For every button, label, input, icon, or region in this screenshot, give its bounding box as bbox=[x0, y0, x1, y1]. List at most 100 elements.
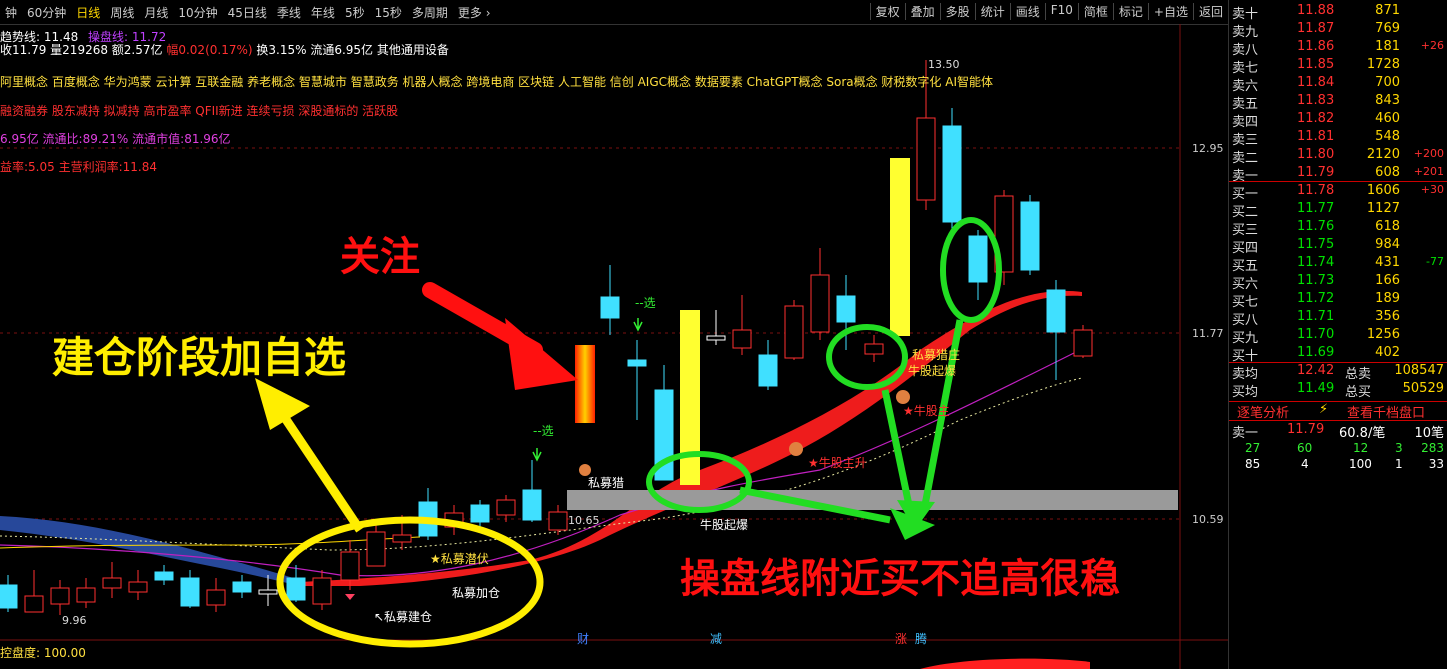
candle-body bbox=[836, 295, 856, 323]
bid-level-row[interactable]: 买八 11.71 356 bbox=[1229, 309, 1447, 328]
bid-level-volume: 1606 bbox=[1366, 183, 1400, 198]
highlight-ellipse-2 bbox=[826, 324, 908, 390]
sell1-tick-label: 卖一 bbox=[1232, 426, 1259, 441]
bid-level-row[interactable]: 买四 11.75 984 bbox=[1229, 237, 1447, 256]
bid-level-volume: 1256 bbox=[1366, 327, 1400, 342]
f10-button[interactable]: F10 bbox=[1044, 3, 1078, 20]
order-book-panel: 卖十 11.88 871 卖九 11.87 769 卖八 11.86 181 +26 卖七 11.85… bbox=[1228, 0, 1447, 669]
simu-jiacang-marker: 私募加仓 bbox=[452, 586, 501, 600]
niugu-zhusheng-marker: ★牛股主升 bbox=[808, 456, 867, 470]
finance-event-marker: 财 bbox=[577, 632, 590, 646]
tab-5sec[interactable]: 5秒 bbox=[340, 4, 370, 21]
bid-level-volume: 166 bbox=[1375, 273, 1400, 288]
ask-level-row[interactable]: 卖七 11.85 1728 bbox=[1229, 57, 1447, 76]
ask-level-row[interactable]: 卖五 11.83 843 bbox=[1229, 93, 1447, 112]
bid-level-row[interactable]: 买五 11.74 431 -77 bbox=[1229, 255, 1447, 274]
simple-frame-button[interactable]: 简框 bbox=[1077, 3, 1113, 20]
statistics-button[interactable]: 统计 bbox=[974, 3, 1010, 20]
tab-45day[interactable]: 45日线 bbox=[223, 4, 272, 21]
tab-thousand-level[interactable]: 查看千档盘口 bbox=[1347, 402, 1425, 421]
back-button[interactable]: 返回 bbox=[1192, 3, 1228, 20]
bid-level-label: 买六 bbox=[1232, 277, 1259, 292]
avg-sell-label: 卖均 bbox=[1232, 367, 1259, 382]
price-volume-text: 收11.79 量219268 额2.57亿 bbox=[0, 43, 163, 57]
bid-level-row[interactable]: 买一 11.78 1606 +30 bbox=[1229, 183, 1447, 202]
tab-quarterly[interactable]: 季线 bbox=[272, 4, 306, 21]
total-sell-label: 总卖 bbox=[1345, 367, 1372, 382]
ask-level-row[interactable]: 卖八 11.86 181 +26 bbox=[1229, 39, 1447, 58]
tab-tick-analysis[interactable]: 逐笔分析 bbox=[1237, 402, 1289, 421]
avg-sell-row: 卖均 12.42 总卖 108547 bbox=[1229, 363, 1447, 382]
ask-level-label: 卖九 bbox=[1232, 25, 1259, 40]
bid-level-label: 买九 bbox=[1232, 331, 1259, 346]
trend-ribbon-blue bbox=[0, 516, 300, 586]
bid-level-row[interactable]: 买七 11.72 189 bbox=[1229, 291, 1447, 310]
tab-10min[interactable]: 10分钟 bbox=[173, 4, 222, 21]
candle-body bbox=[522, 489, 542, 521]
period-tabs: 钟 60分钟 日线 周线 月线 10分钟 45日线 季线 年线 5秒 15秒 多… bbox=[0, 4, 496, 21]
tick-cell: 60 bbox=[1297, 441, 1313, 455]
sell1-tick-row: 卖一 11.79 60.8/笔 10笔 bbox=[1229, 422, 1447, 441]
ask-level-change: +200 bbox=[1413, 147, 1444, 160]
ask-level-row[interactable]: 卖二 11.80 2120 +200 bbox=[1229, 147, 1447, 166]
candle-body bbox=[916, 117, 936, 201]
tab-daily[interactable]: 日线 bbox=[71, 4, 105, 21]
bid-level-row[interactable]: 买九 11.70 1256 bbox=[1229, 327, 1447, 346]
candle-body bbox=[286, 577, 306, 601]
tab-yearly[interactable]: 年线 bbox=[306, 4, 340, 21]
rise-event-marker: 涨 bbox=[895, 632, 908, 646]
bid-level-price: 11.71 bbox=[1297, 309, 1335, 324]
candle-body bbox=[810, 274, 830, 333]
bid-level-price: 11.78 bbox=[1297, 183, 1335, 198]
candle-body bbox=[1073, 329, 1093, 357]
draw-line-button[interactable]: 画线 bbox=[1009, 3, 1045, 20]
overlay-button[interactable]: 叠加 bbox=[904, 3, 940, 20]
qibao-marker-2: 牛股起爆 bbox=[908, 364, 957, 378]
add-watchlist-button[interactable]: +自选 bbox=[1147, 3, 1193, 20]
mark-button[interactable]: 标记 bbox=[1112, 3, 1148, 20]
bid-level-row[interactable]: 买三 11.76 618 bbox=[1229, 219, 1447, 238]
candle-body bbox=[206, 589, 226, 606]
bid-level-price: 11.70 bbox=[1297, 327, 1335, 342]
bid-level-label: 买八 bbox=[1232, 313, 1259, 328]
bid-level-row[interactable]: 买二 11.77 1127 bbox=[1229, 201, 1447, 220]
ask-level-volume: 181 bbox=[1375, 39, 1400, 54]
reduce-event-marker: 减 bbox=[710, 632, 723, 646]
analysis-tabs: 逐笔分析 ⚡ 查看千档盘口 bbox=[1229, 401, 1447, 421]
annotation-buy-near-line: 操盘线附近买不追高很稳 bbox=[680, 556, 1120, 602]
kline-chart[interactable]: 趋势线: 11.48 操盘线: 11.72 收11.79 量219268 额2.… bbox=[0, 24, 1228, 669]
candle-body bbox=[154, 571, 174, 581]
tab-monthly[interactable]: 月线 bbox=[139, 4, 173, 21]
bid-level-label: 买四 bbox=[1232, 241, 1259, 256]
simu-lie-marker: 私募猎 bbox=[588, 476, 625, 490]
tab-multi-period[interactable]: 多周期 bbox=[407, 4, 453, 21]
tab-weekly[interactable]: 周线 bbox=[105, 4, 139, 21]
tab-period-0[interactable]: 钟 bbox=[0, 4, 22, 21]
ma-line-yellow bbox=[0, 536, 421, 549]
bid-level-row[interactable]: 买六 11.73 166 bbox=[1229, 273, 1447, 292]
multi-stock-button[interactable]: 多股 bbox=[939, 3, 975, 20]
ask-level-row[interactable]: 卖六 11.84 700 bbox=[1229, 75, 1447, 94]
bid-level-row[interactable]: 买十 11.69 402 bbox=[1229, 345, 1447, 364]
bid-level-price: 11.77 bbox=[1297, 201, 1335, 216]
ask-level-row[interactable]: 卖十 11.88 871 bbox=[1229, 3, 1447, 22]
concept-list: 阿里概念 百度概念 华为鸿蒙 云计算 互联金融 养老概念 智慧城市 智慧政务 机… bbox=[0, 75, 993, 89]
ask-level-row[interactable]: 卖四 11.82 460 bbox=[1229, 111, 1447, 130]
tag-list: 融资融券 股东减持 拟减持 高市盈率 QFII新进 连续亏损 深股通标的 活跃股 bbox=[0, 104, 399, 118]
ask-level-row[interactable]: 卖三 11.81 548 bbox=[1229, 129, 1447, 148]
yellow-arrow-line bbox=[281, 415, 364, 533]
bid-level-label: 买一 bbox=[1232, 187, 1259, 202]
bottom-red-shape bbox=[920, 658, 1090, 669]
restore-rights-button[interactable]: 复权 bbox=[869, 3, 905, 20]
tick-cell: 85 bbox=[1245, 457, 1261, 471]
ask-level-row[interactable]: 卖九 11.87 769 bbox=[1229, 21, 1447, 40]
avg-buy-row: 买均 11.49 总买 50529 bbox=[1229, 381, 1447, 400]
bid-level-volume: 356 bbox=[1375, 309, 1400, 324]
tab-more[interactable]: 更多 › bbox=[453, 4, 496, 21]
ask-level-volume: 1728 bbox=[1366, 57, 1400, 72]
ask-level-label: 卖八 bbox=[1232, 43, 1259, 58]
tab-15sec[interactable]: 15秒 bbox=[370, 4, 407, 21]
ask-level-label: 卖二 bbox=[1232, 151, 1259, 166]
price-summary: 收11.79 量219268 额2.57亿 幅0.02(0.17%) 换3.15… bbox=[0, 41, 449, 58]
tab-60min[interactable]: 60分钟 bbox=[22, 4, 71, 21]
